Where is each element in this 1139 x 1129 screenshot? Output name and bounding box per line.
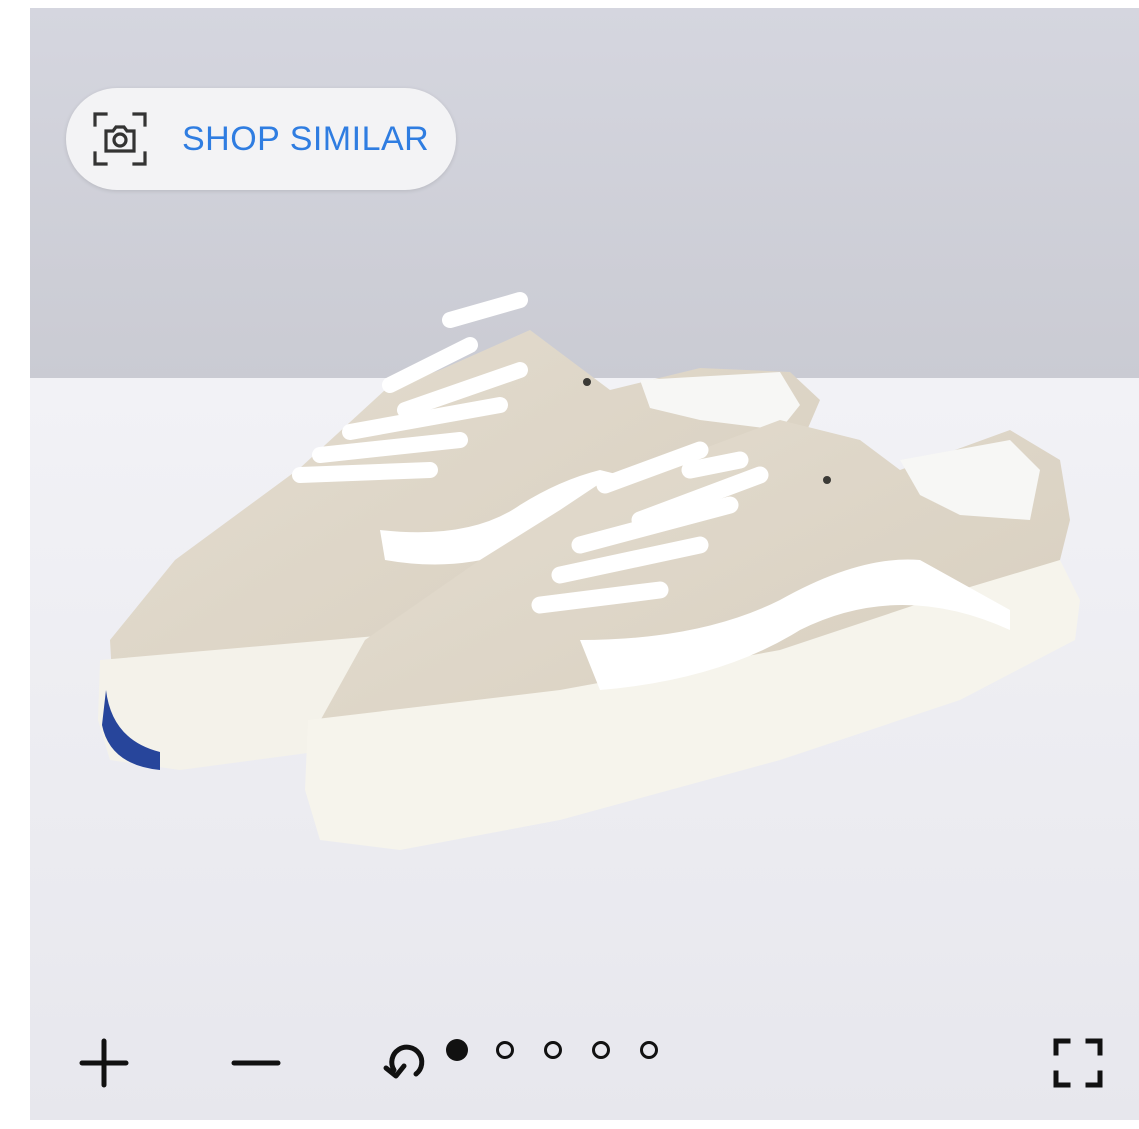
pagination-dot-4[interactable]: [592, 1041, 610, 1059]
rotate-icon: [383, 1044, 425, 1079]
plus-icon: [79, 1038, 129, 1088]
image-viewer: SHOP SIMILAR: [30, 8, 1139, 1120]
fullscreen-button[interactable]: [1052, 1037, 1104, 1089]
fullscreen-icon: [1053, 1038, 1103, 1088]
zoom-in-button[interactable]: [78, 1037, 130, 1089]
carousel-pagination: [446, 1039, 688, 1061]
minus-icon: [231, 1060, 281, 1066]
shop-similar-button[interactable]: SHOP SIMILAR: [66, 88, 456, 190]
pagination-dot-1[interactable]: [446, 1039, 468, 1061]
camera-scan-icon: [93, 112, 147, 166]
rotate-button[interactable]: [380, 1036, 432, 1090]
pagination-dot-5[interactable]: [640, 1041, 658, 1059]
zoom-out-button[interactable]: [230, 1037, 282, 1089]
pagination-dot-2[interactable]: [496, 1041, 514, 1059]
pagination-dot-3[interactable]: [544, 1041, 562, 1059]
shop-similar-label: SHOP SIMILAR: [182, 119, 430, 158]
